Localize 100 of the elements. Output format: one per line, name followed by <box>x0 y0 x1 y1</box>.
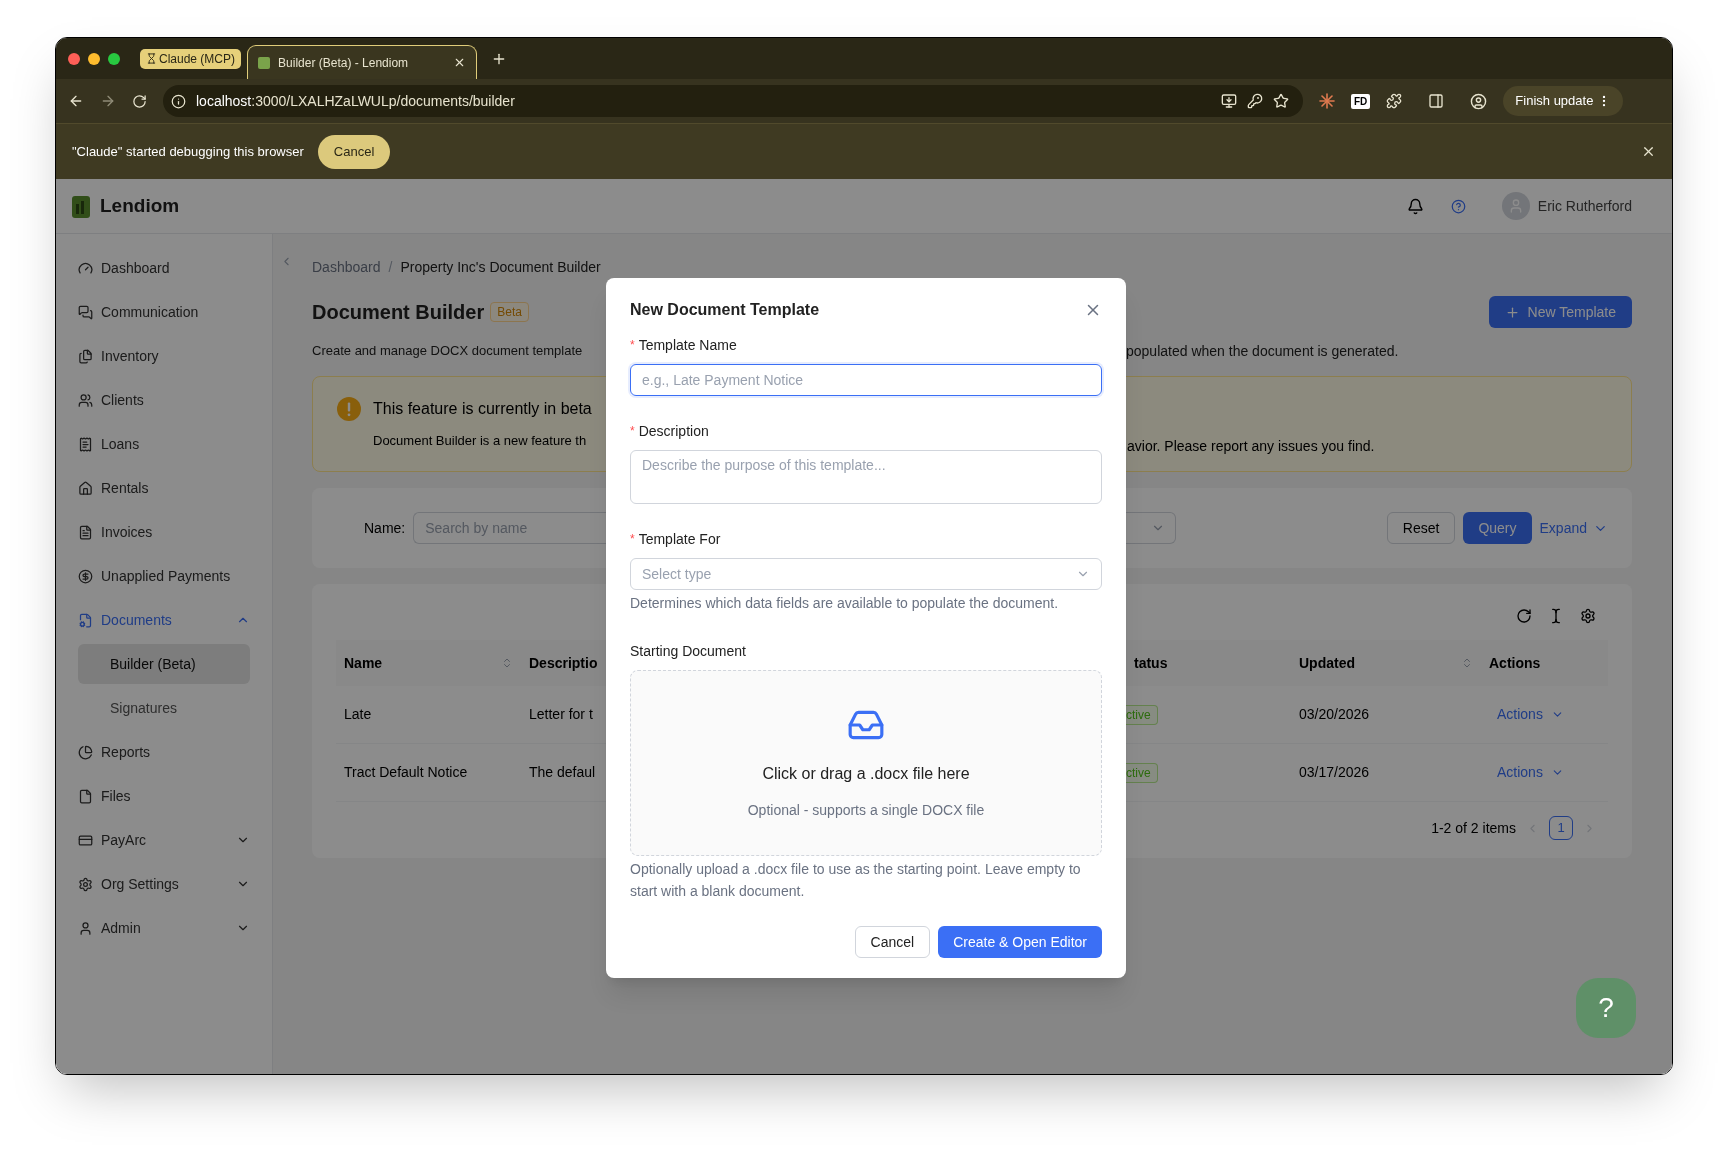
bookmark-star-icon[interactable] <box>1273 93 1289 109</box>
sidebar-item[interactable]: Dashboard <box>56 246 272 290</box>
sidebar-item[interactable]: Clients <box>56 378 272 422</box>
template-type-select[interactable]: Select type <box>630 558 1102 590</box>
notifications-icon[interactable] <box>1406 197 1424 215</box>
address-bar[interactable]: localhost:3000/LXALHZaLWULp/documents/builder <box>163 85 1303 117</box>
expand-link[interactable]: Expand <box>1539 517 1608 539</box>
status-tag: ctive <box>1126 704 1158 725</box>
back-icon[interactable] <box>68 93 84 109</box>
field-help-text: Determines which data fields are available to populate the document. <box>630 594 1060 613</box>
sidebar-item[interactable]: Admin <box>56 906 272 950</box>
leaf-icon <box>258 56 271 69</box>
page-title: Document Builder <box>312 300 485 325</box>
field-label: Description <box>638 421 709 441</box>
minimize-window-button[interactable] <box>88 52 100 65</box>
upload-title: Click or drag a .docx file here <box>762 763 970 784</box>
sidebar-item[interactable]: Unapplied Payments <box>56 554 272 598</box>
browser-tab[interactable]: Builder (Beta) - Lendiom <box>247 45 478 79</box>
dollar-icon <box>78 568 93 584</box>
extensions-icon[interactable] <box>1386 93 1403 109</box>
document-icon <box>78 524 93 540</box>
field-label: Template For <box>638 529 721 549</box>
template-name-field[interactable]: e.g., Late Payment Notice <box>630 364 1102 396</box>
query-button[interactable]: Query <box>1463 512 1532 544</box>
hourglass-icon <box>146 53 157 64</box>
tab-group[interactable]: Claude (MCP) <box>140 48 242 69</box>
sidebar-item[interactable]: Loans <box>56 422 272 466</box>
beta-tag: Beta <box>490 302 529 322</box>
description-field[interactable]: Describe the purpose of this template... <box>630 450 1102 504</box>
url-text: localhost:3000/LXALHZaLWULp/documents/builder <box>196 91 516 111</box>
page-description: populated when the document is generated. <box>1126 341 1400 361</box>
upload-hint: Optional - supports a single DOCX file <box>747 800 985 820</box>
side-panel-icon[interactable] <box>1428 93 1445 109</box>
user-name[interactable]: Eric Rutherford <box>1537 195 1632 217</box>
cancel-button[interactable]: Cancel <box>854 926 931 958</box>
status-tag: ctive <box>1126 762 1158 783</box>
sidebar-item[interactable]: PayArc <box>56 818 272 862</box>
actions-dropdown[interactable]: Actions <box>1497 704 1564 725</box>
dialog-title: New Document Template <box>630 300 820 320</box>
zoom-window-button[interactable] <box>108 52 120 65</box>
debugging-message: "Claude" started debugging this browser <box>72 142 304 161</box>
file-icon <box>78 788 93 804</box>
cancel-debugging-button[interactable]: Cancel <box>317 134 391 169</box>
user-icon <box>78 920 93 936</box>
help-icon[interactable] <box>1450 198 1466 214</box>
tab-title: Builder (Beta) - Lendiom <box>278 54 410 72</box>
field-label: Starting Document <box>630 641 746 661</box>
sidebar-item[interactable]: Invoices <box>56 510 272 554</box>
extension-badge[interactable]: FD <box>1351 93 1371 109</box>
tab-group-label: Claude (MCP) <box>159 50 236 68</box>
breadcrumb-separator: / <box>388 257 393 277</box>
reload-icon[interactable] <box>1516 608 1532 624</box>
finish-update-button[interactable]: Finish update <box>1503 86 1624 116</box>
settings-icon <box>78 876 93 892</box>
users-icon <box>78 392 93 408</box>
sidebar-item[interactable]: Inventory <box>56 334 272 378</box>
reset-button[interactable]: Reset <box>1386 512 1456 544</box>
burst-icon[interactable] <box>1319 93 1335 109</box>
settings-icon[interactable] <box>1580 608 1596 624</box>
sidebar-item[interactable]: Rentals <box>56 466 272 510</box>
table-cell: Tract Default Notice <box>336 744 521 802</box>
close-window-button[interactable] <box>68 52 80 65</box>
help-button[interactable]: ? <box>1576 978 1636 1038</box>
card-icon <box>78 832 93 848</box>
sidebar-item[interactable]: Documents <box>56 598 272 642</box>
upload-dropzone[interactable]: Click or drag a .docx file here Optional - supports a single DOCX file <box>630 670 1102 856</box>
sidebar-item[interactable]: Reports <box>56 730 272 774</box>
notice-text: Document Builder is a new feature th <box>373 432 588 451</box>
actions-dropdown[interactable]: Actions <box>1497 762 1564 783</box>
required-mark: * <box>630 423 635 440</box>
page-number[interactable]: 1 <box>1549 816 1573 840</box>
notice-text: avior. Please report any issues you find. <box>1127 437 1376 456</box>
receipt-icon <box>78 436 93 452</box>
new-template-button[interactable]: New Template <box>1488 296 1632 328</box>
plus-icon <box>1504 304 1520 320</box>
close-icon[interactable] <box>1641 144 1656 159</box>
notice-title: This feature is currently in beta <box>373 399 592 420</box>
required-mark: * <box>630 337 635 354</box>
breadcrumb-link[interactable]: Dashboard <box>312 256 381 278</box>
sidebar-subitem[interactable]: Builder (Beta) <box>78 644 250 684</box>
required-mark: * <box>630 531 635 548</box>
page-description: Create and manage DOCX document template <box>312 342 584 361</box>
pagination-summary: 1-2 of 2 items <box>1431 818 1516 838</box>
sidebar-item[interactable]: Files <box>56 774 272 818</box>
sidebar-item[interactable]: Org Settings <box>56 862 272 906</box>
create-button[interactable]: Create & Open Editor <box>938 926 1102 958</box>
chat-icon <box>78 304 93 320</box>
warning-icon <box>337 397 361 422</box>
info-icon[interactable] <box>171 93 186 109</box>
key-icon[interactable] <box>1247 93 1263 109</box>
home-icon <box>78 480 93 496</box>
field-label: Name: <box>364 518 406 538</box>
brand-name: Lendiom <box>100 193 180 218</box>
sidebar-item[interactable]: Communication <box>56 290 272 334</box>
install-icon[interactable] <box>1221 93 1237 109</box>
field-help-text: Optionally upload a .docx file to use as the starting point. Leave empty to start with a blank document. <box>630 860 1082 901</box>
profile-icon[interactable] <box>1470 92 1488 110</box>
document-gear-icon <box>78 612 93 628</box>
table-cell: 03/17/2026 <box>1291 744 1481 802</box>
field-label: Template Name <box>638 335 737 355</box>
